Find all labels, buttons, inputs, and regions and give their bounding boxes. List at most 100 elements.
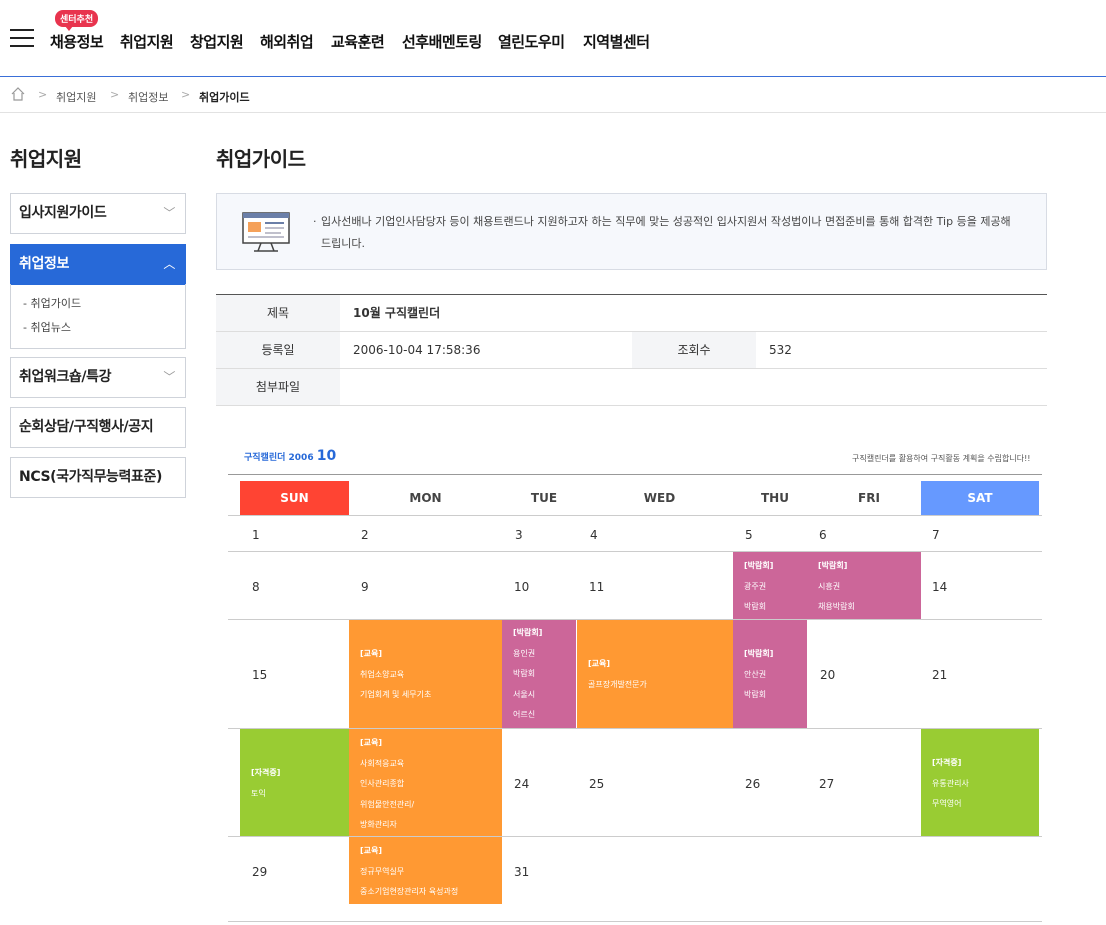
chevron-down-icon: ﹀ bbox=[163, 206, 175, 220]
day-header-sun: SUN bbox=[240, 481, 349, 515]
event-line: 어르신 bbox=[513, 710, 536, 719]
event-line: 토익 bbox=[251, 788, 266, 798]
divider bbox=[228, 921, 1042, 922]
event-tag: [박람회] bbox=[744, 649, 774, 658]
date-number: 6 bbox=[819, 528, 827, 542]
info-description: 입사선배나 기업인사담당자 등이 채용트랜드나 지원하고자 하는 직무에 맞는 … bbox=[313, 211, 1021, 255]
date-number: 5 bbox=[745, 528, 753, 542]
nav-item-mentoring[interactable]: 선후배멘토링 bbox=[402, 31, 482, 52]
event-gwangju-fair[interactable]: [박람회] 광주권 박람회 bbox=[733, 552, 807, 619]
event-line: 사회적응교육 bbox=[360, 758, 405, 768]
calendar-note: 구직캘린더를 활용하여 구직활동 계획을 수립합니다!! bbox=[852, 454, 1031, 463]
day-header-fri: FRI bbox=[858, 491, 880, 505]
sidebar-item-label: 입사지원가이드 bbox=[19, 205, 107, 221]
calendar-label: 구직캘린더 2006 bbox=[244, 453, 314, 463]
event-line: 용인권 bbox=[513, 648, 536, 658]
breadcrumb-employment-support[interactable]: 취업지원 bbox=[56, 89, 96, 105]
day-header-tue: TUE bbox=[530, 491, 558, 505]
date-number: 10 bbox=[514, 580, 530, 594]
event-tag: [박람회] bbox=[513, 628, 543, 637]
menu-icon[interactable] bbox=[10, 29, 34, 49]
day-header-thu: THU bbox=[761, 491, 789, 505]
chevron-down-icon: ﹀ bbox=[163, 370, 175, 384]
divider bbox=[228, 515, 1042, 516]
breadcrumb-employment-info[interactable]: 취업정보 bbox=[128, 89, 168, 105]
views-label: 조회수 bbox=[632, 332, 756, 368]
sidebar-subitem-news[interactable]: - 취업뉴스 bbox=[23, 319, 71, 335]
event-tag: [박람회] bbox=[744, 561, 774, 570]
sidebar-item-label: 순회상담/구직행사/공지 bbox=[19, 419, 154, 435]
post-meta-table: 제목 10월 구직캘린더 등록일 2006-10-04 17:58:36 조회수… bbox=[216, 294, 1047, 406]
sidebar-item-label: NCS(국가직무능력표준) bbox=[19, 469, 162, 485]
date-number: 3 bbox=[515, 528, 523, 542]
event-line: 취업소양교육 bbox=[360, 669, 405, 679]
table-row: 첨부파일 bbox=[216, 369, 1047, 406]
sidebar-item-workshop[interactable]: 취업워크숍/특강 ﹀ bbox=[10, 357, 186, 398]
sidebar-item-counseling[interactable]: 순회상담/구직행사/공지 bbox=[10, 407, 186, 448]
event-tag: [자격증] bbox=[251, 768, 281, 777]
nav-item-training[interactable]: 교육훈련 bbox=[331, 31, 385, 52]
event-line: 박람회 bbox=[513, 669, 536, 678]
post-views: 532 bbox=[769, 343, 792, 357]
event-line: 기업회계 및 세무기초 bbox=[360, 690, 432, 699]
sidebar-subitem-guide[interactable]: - 취업가이드 bbox=[23, 295, 81, 311]
date-number: 29 bbox=[252, 865, 268, 879]
event-tag: [교육] bbox=[588, 659, 611, 668]
nav-item-employment-support[interactable]: 취업지원 bbox=[120, 31, 174, 52]
event-ansan-fair[interactable]: [박람회] 안산권 박람회 bbox=[733, 620, 807, 728]
event-golf[interactable]: [교육] 골프장개발전문가 bbox=[577, 620, 733, 728]
event-tag: [교육] bbox=[360, 649, 383, 658]
date-number: 15 bbox=[252, 668, 268, 682]
chevron-up-icon: ︿ bbox=[163, 257, 175, 271]
sidebar-item-employment-info[interactable]: 취업정보 ︿ bbox=[10, 244, 186, 285]
nav-item-overseas[interactable]: 해외취업 bbox=[260, 31, 314, 52]
nav-item-helper[interactable]: 열린도우미 bbox=[498, 31, 565, 52]
event-logistics[interactable]: [자격증] 유통관리사 무역영어 bbox=[921, 729, 1039, 836]
event-line: 안산권 bbox=[744, 669, 767, 679]
date-number: 14 bbox=[932, 580, 948, 594]
info-box: 입사선배나 기업인사담당자 등이 채용트랜드나 지원하고자 하는 직무에 맞는 … bbox=[216, 193, 1047, 270]
event-line: 무역영어 bbox=[932, 799, 962, 808]
event-line: 정규무역실무 bbox=[360, 866, 405, 876]
date-number: 9 bbox=[361, 580, 369, 594]
date-number: 11 bbox=[589, 580, 605, 594]
event-education-1[interactable]: [교육] 취업소양교육 기업회계 및 세무기초 bbox=[349, 620, 502, 728]
divider bbox=[228, 474, 1042, 475]
nav-item-regional[interactable]: 지역별센터 bbox=[583, 31, 650, 52]
sidebar-item-ncs[interactable]: NCS(국가직무능력표준) bbox=[10, 457, 186, 498]
event-line: 인사관리종합 bbox=[360, 779, 405, 788]
event-line: 위험물안전관리/ bbox=[360, 799, 415, 809]
event-toeic[interactable]: [자격증] 토익 bbox=[240, 729, 349, 836]
calendar-title: 구직캘린더 2006 10 bbox=[244, 448, 336, 464]
event-line: 중소기업현장관리자 육성과정 bbox=[360, 887, 459, 896]
event-siheung-fair[interactable]: [박람회] 시흥권 채용박람회 bbox=[807, 552, 921, 619]
event-education-3[interactable]: [교육] 정규무역실무 중소기업현장관리자 육성과정 bbox=[349, 837, 502, 904]
date-number: 26 bbox=[745, 777, 761, 791]
attachment-label: 첨부파일 bbox=[216, 369, 340, 405]
date-number: 2 bbox=[361, 528, 369, 542]
nav-item-startup[interactable]: 창업지원 bbox=[190, 31, 244, 52]
date-number: 20 bbox=[820, 668, 836, 682]
sidebar-item-application-guide[interactable]: 입사지원가이드 ﹀ bbox=[10, 193, 186, 234]
date-number: 4 bbox=[590, 528, 598, 542]
table-row: 제목 10월 구직캘린더 bbox=[216, 295, 1047, 332]
sidebar-submenu: - 취업가이드 - 취업뉴스 bbox=[10, 284, 186, 349]
event-line: 광주권 bbox=[744, 581, 767, 591]
recommend-badge: 센터추천 bbox=[55, 10, 99, 31]
date-number: 8 bbox=[252, 580, 260, 594]
date-number: 31 bbox=[514, 865, 530, 879]
event-education-2[interactable]: [교육] 사회적응교육 인사관리종합 위험물안전관리/ 방화관리자 bbox=[349, 729, 502, 836]
chevron-right-icon: > bbox=[110, 88, 120, 101]
event-yongin-fair[interactable]: [박람회] 용인권 박람회 서울시 어르신 bbox=[502, 620, 576, 728]
event-line: 방화관리자 bbox=[360, 820, 397, 829]
event-tag: [교육] bbox=[360, 738, 383, 747]
home-icon[interactable] bbox=[10, 86, 26, 102]
breadcrumb-current: 취업가이드 bbox=[199, 91, 250, 104]
event-tag: [자격증] bbox=[932, 758, 962, 767]
sidebar-item-label: 취업워크숍/특강 bbox=[19, 369, 112, 385]
sidebar-title: 취업지원 bbox=[10, 147, 82, 171]
day-header-mon: MON bbox=[409, 491, 442, 505]
nav-item-jobs[interactable]: 채용정보 bbox=[50, 31, 104, 52]
event-line: 유통관리사 bbox=[932, 778, 969, 788]
subject-label: 제목 bbox=[216, 295, 340, 331]
